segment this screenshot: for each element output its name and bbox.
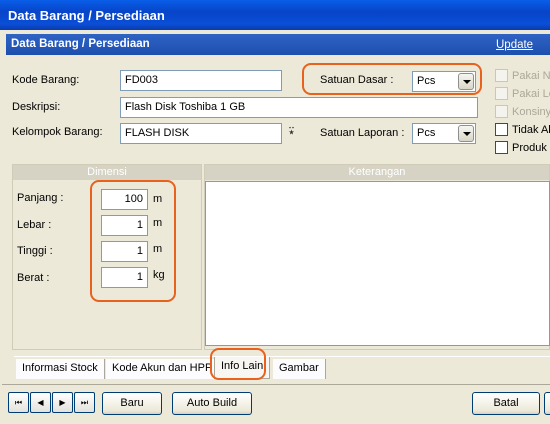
kode-barang-label: Kode Barang:: [12, 74, 80, 86]
tab-strip: Informasi Stock Kode Akun dan HPP Info L…: [14, 356, 550, 380]
baru-button[interactable]: Baru: [102, 392, 162, 415]
window-titlebar: Data Barang / Persediaan: [0, 0, 550, 30]
checkbox-pakai-lo[interactable]: Pakai Lo: [495, 87, 550, 100]
checkbox-label: Konsinya: [512, 105, 550, 118]
keterangan-textarea[interactable]: [205, 181, 550, 346]
mouse-pointer-icon[interactable]: ⍣: [287, 123, 296, 140]
checkbox-box[interactable]: [495, 141, 508, 154]
window-title: Data Barang / Persediaan: [8, 8, 165, 23]
tab-kode-akun-hpp[interactable]: Kode Akun dan HPP: [106, 359, 220, 379]
checkbox-label: Tidak Ak: [512, 123, 550, 136]
lebar-label: Lebar :: [17, 219, 52, 231]
separator: [2, 384, 550, 385]
mode-link[interactable]: Update: [496, 39, 533, 51]
first-record-button[interactable]: ⏮: [8, 392, 29, 413]
prev-record-button[interactable]: ◀: [30, 392, 51, 413]
auto-build-button[interactable]: Auto Build: [172, 392, 252, 415]
tab-informasi-stock[interactable]: Informasi Stock: [16, 359, 105, 379]
form-header: Data Barang / Persediaan Update: [6, 34, 550, 55]
checkbox-label: Pakai No: [512, 69, 550, 82]
dimensi-header: Dimensi: [13, 165, 201, 180]
checkbox-produk[interactable]: Produk M: [495, 141, 550, 154]
chevron-down-icon[interactable]: [458, 125, 474, 142]
lebar-input[interactable]: 1: [101, 215, 148, 236]
satuan-laporan-value: Pcs: [417, 127, 436, 139]
deskripsi-label: Deskripsi:: [12, 101, 61, 113]
panjang-input[interactable]: 100: [101, 189, 148, 210]
panjang-unit: m: [153, 193, 163, 205]
checkbox-box[interactable]: [495, 87, 508, 100]
lebar-unit: m: [153, 217, 163, 229]
form-title: Data Barang / Persediaan: [11, 38, 150, 50]
berat-input[interactable]: 1: [101, 267, 148, 288]
satuan-dasar-label: Satuan Dasar :: [320, 74, 394, 86]
last-record-button[interactable]: ⏭: [74, 392, 95, 413]
checkbox-label: Pakai Lo: [512, 87, 550, 100]
batal-button[interactable]: Batal: [472, 392, 540, 415]
window-body: Data Barang / Persediaan Update Kode Bar…: [2, 30, 550, 424]
checkbox-pakai-no[interactable]: Pakai No: [495, 69, 550, 82]
checkbox-box[interactable]: [495, 105, 508, 118]
checkbox-box[interactable]: [495, 123, 508, 136]
satuan-dasar-value: Pcs: [417, 75, 436, 87]
tinggi-unit: m: [153, 243, 163, 255]
satuan-laporan-select[interactable]: Pcs: [412, 123, 476, 144]
keterangan-header: Keterangan: [205, 165, 549, 180]
tab-gambar[interactable]: Gambar: [273, 359, 326, 379]
kode-barang-input[interactable]: FD003: [120, 70, 282, 91]
tab-info-lain[interactable]: Info Lain: [214, 357, 271, 379]
tinggi-label: Tinggi :: [17, 245, 53, 257]
next-record-button[interactable]: ▶: [52, 392, 73, 413]
chevron-down-icon[interactable]: [458, 73, 474, 90]
satuan-dasar-select[interactable]: Pcs: [412, 71, 476, 92]
panjang-label: Panjang :: [17, 192, 64, 204]
checkbox-tidak-aktif[interactable]: Tidak Ak: [495, 123, 550, 136]
berat-unit: kg: [153, 269, 165, 281]
satuan-laporan-label: Satuan Laporan :: [320, 127, 405, 139]
deskripsi-input[interactable]: Flash Disk Toshiba 1 GB: [120, 97, 478, 118]
checkbox-label: Produk M: [512, 141, 550, 154]
checkbox-box[interactable]: [495, 69, 508, 82]
berat-label: Berat :: [17, 272, 50, 284]
kelompok-barang-input[interactable]: FLASH DISK: [120, 123, 282, 144]
extra-button[interactable]: [544, 392, 550, 415]
kelompok-barang-label: Kelompok Barang:: [12, 126, 103, 138]
tinggi-input[interactable]: 1: [101, 241, 148, 262]
checkbox-konsinyasi[interactable]: Konsinya: [495, 105, 550, 118]
